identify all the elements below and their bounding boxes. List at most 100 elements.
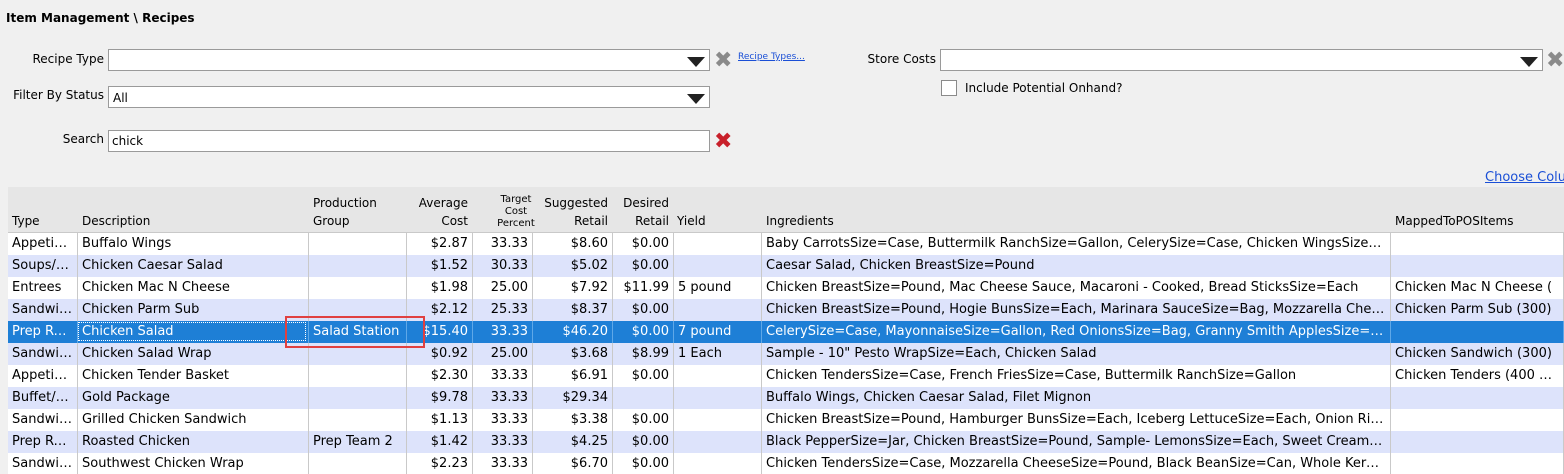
recipe-types-link[interactable]: Recipe Types... — [738, 52, 805, 62]
cell-suggested[interactable]: $5.02 — [533, 255, 613, 277]
cell-type[interactable]: Buffet/Catering — [8, 387, 78, 409]
cell-mapped[interactable] — [1391, 321, 1564, 343]
cell-type[interactable]: Prep Recipes — [8, 321, 78, 343]
cell-group[interactable] — [309, 387, 407, 409]
col-desired-retail[interactable]: Desired Retail — [614, 194, 669, 230]
cell-ingredients[interactable]: Baby CarrotsSize=Case, Buttermilk RanchS… — [762, 233, 1391, 255]
cell-group[interactable]: Prep Team 2 — [309, 431, 407, 453]
cell-suggested[interactable]: $46.20 — [533, 321, 613, 343]
cell-avg[interactable]: $1.42 — [407, 431, 473, 453]
table-row[interactable]: Buffet/CateringGold Package $9.7833.33$29… — [8, 387, 1564, 409]
cell-suggested[interactable]: $6.91 — [533, 365, 613, 387]
cell-suggested[interactable]: $8.60 — [533, 233, 613, 255]
cell-target[interactable]: 33.33 — [473, 365, 533, 387]
chevron-down-icon[interactable] — [687, 57, 705, 67]
cell-yield[interactable] — [674, 365, 762, 387]
col-mapped-to-pos-items[interactable]: MappedToPOSItems — [1395, 212, 1513, 230]
cell-desired[interactable]: $0.00 — [613, 255, 674, 277]
cell-description[interactable]: Southwest Chicken Wrap — [78, 453, 309, 474]
cell-target[interactable]: 25.00 — [473, 277, 533, 299]
col-suggested-retail[interactable]: Suggested Retail — [534, 194, 608, 230]
cell-description[interactable]: Chicken Mac N Cheese — [78, 277, 309, 299]
cell-type[interactable]: Prep Recipes — [8, 431, 78, 453]
col-production-group[interactable]: Production Group — [313, 194, 377, 230]
cell-target[interactable]: 33.33 — [473, 387, 533, 409]
cell-ingredients[interactable]: Chicken BreastSize=Pound, Hogie BunsSize… — [762, 299, 1391, 321]
col-ingredients[interactable]: Ingredients — [766, 212, 834, 230]
table-row[interactable]: SandwichesChicken Parm Sub$2.1225.33$8.3… — [8, 299, 1564, 321]
cell-target[interactable]: 30.33 — [473, 255, 533, 277]
cell-mapped[interactable]: Chicken Sandwich (300) — [1391, 343, 1564, 365]
cell-type[interactable]: Appetizers — [8, 233, 78, 255]
cell-avg[interactable]: $1.13 — [407, 409, 473, 431]
choose-columns-link[interactable]: Choose Columns — [1485, 170, 1564, 185]
cell-suggested[interactable]: $4.25 — [533, 431, 613, 453]
cell-suggested[interactable]: $3.68 — [533, 343, 613, 365]
cell-mapped[interactable] — [1391, 453, 1564, 474]
cell-yield[interactable] — [674, 255, 762, 277]
cell-description[interactable]: Chicken Tender Basket — [78, 365, 309, 387]
cell-ingredients[interactable]: Caesar Salad, Chicken BreastSize=Pound — [762, 255, 1391, 277]
cell-ingredients[interactable]: Chicken TendersSize=Case, Mozzarella Che… — [762, 453, 1391, 474]
cell-avg[interactable]: $1.52 — [407, 255, 473, 277]
cell-mapped[interactable] — [1391, 233, 1564, 255]
table-row[interactable]: SandwichesSouthwest Chicken Wrap $2.2333.… — [8, 453, 1564, 474]
cell-suggested[interactable]: $8.37 — [533, 299, 613, 321]
cell-yield[interactable] — [674, 299, 762, 321]
cell-suggested[interactable]: $3.38 — [533, 409, 613, 431]
cell-yield[interactable] — [674, 431, 762, 453]
cell-description[interactable]: Chicken Caesar Salad — [78, 255, 309, 277]
cell-desired[interactable]: $0.00 — [613, 453, 674, 474]
cell-desired[interactable]: $0.00 — [613, 431, 674, 453]
cell-avg[interactable]: $9.78 — [407, 387, 473, 409]
cell-ingredients[interactable]: Chicken TendersSize=Case, French FriesSi… — [762, 365, 1391, 387]
cell-target[interactable]: 33.33 — [473, 409, 533, 431]
cell-avg[interactable]: $1.98 — [407, 277, 473, 299]
cell-type[interactable]: Sandwiches — [8, 343, 78, 365]
cell-description[interactable]: Gold Package — [78, 387, 309, 409]
cell-mapped[interactable] — [1391, 255, 1564, 277]
cell-yield[interactable] — [674, 387, 762, 409]
cell-desired[interactable]: $0.00 — [613, 365, 674, 387]
table-row[interactable]: SandwichesGrilled Chicken Sandwich $1.133… — [8, 409, 1564, 431]
cell-mapped[interactable] — [1391, 431, 1564, 453]
cell-group[interactable] — [309, 233, 407, 255]
table-row[interactable]: Prep RecipesRoasted ChickenPrep Team 2$1… — [8, 431, 1564, 453]
recipe-type-select[interactable] — [108, 49, 710, 71]
cell-type[interactable]: Sandwiches — [8, 299, 78, 321]
cell-mapped[interactable] — [1391, 409, 1564, 431]
cell-avg[interactable]: $2.30 — [407, 365, 473, 387]
cell-group[interactable] — [309, 255, 407, 277]
cell-target[interactable]: 25.33 — [473, 299, 533, 321]
include-onhand-checkbox[interactable] — [941, 80, 957, 96]
cell-desired[interactable]: $0.00 — [613, 409, 674, 431]
clear-search-icon[interactable]: ✖ — [714, 131, 732, 153]
cell-group[interactable] — [309, 365, 407, 387]
cell-suggested[interactable]: $29.34 — [533, 387, 613, 409]
cell-yield[interactable] — [674, 453, 762, 474]
cell-suggested[interactable]: $7.92 — [533, 277, 613, 299]
cell-ingredients[interactable]: Sample - 10" Pesto WrapSize=Each, Chicke… — [762, 343, 1391, 365]
cell-desired[interactable]: $0.00 — [613, 233, 674, 255]
table-row[interactable]: Soups/SaladsChicken Caesar Salad $1.5230.… — [8, 255, 1564, 277]
clear-store-costs-icon[interactable]: ✖ — [1546, 50, 1564, 72]
cell-target[interactable]: 33.33 — [473, 321, 533, 343]
cell-avg[interactable]: $2.23 — [407, 453, 473, 474]
cell-yield[interactable]: 5 pound — [674, 277, 762, 299]
cell-description[interactable]: Chicken Salad Wrap — [78, 343, 309, 365]
cell-ingredients[interactable]: CelerySize=Case, MayonnaiseSize=Gallon, … — [762, 321, 1391, 343]
cell-group[interactable] — [309, 277, 407, 299]
cell-yield[interactable] — [674, 409, 762, 431]
cell-group[interactable] — [309, 409, 407, 431]
cell-suggested[interactable]: $6.70 — [533, 453, 613, 474]
cell-description[interactable]: Buffalo Wings — [78, 233, 309, 255]
clear-recipe-type-icon[interactable]: ✖ — [714, 50, 732, 72]
cell-desired[interactable] — [613, 387, 674, 409]
cell-type[interactable]: Appetizers — [8, 365, 78, 387]
cell-mapped[interactable] — [1391, 387, 1564, 409]
col-type[interactable]: Type — [12, 212, 40, 230]
cell-description[interactable]: Grilled Chicken Sandwich — [78, 409, 309, 431]
col-yield[interactable]: Yield — [677, 212, 706, 230]
cell-yield[interactable] — [674, 233, 762, 255]
table-row[interactable]: SandwichesChicken Salad Wrap$0.9225.00$3… — [8, 343, 1564, 365]
